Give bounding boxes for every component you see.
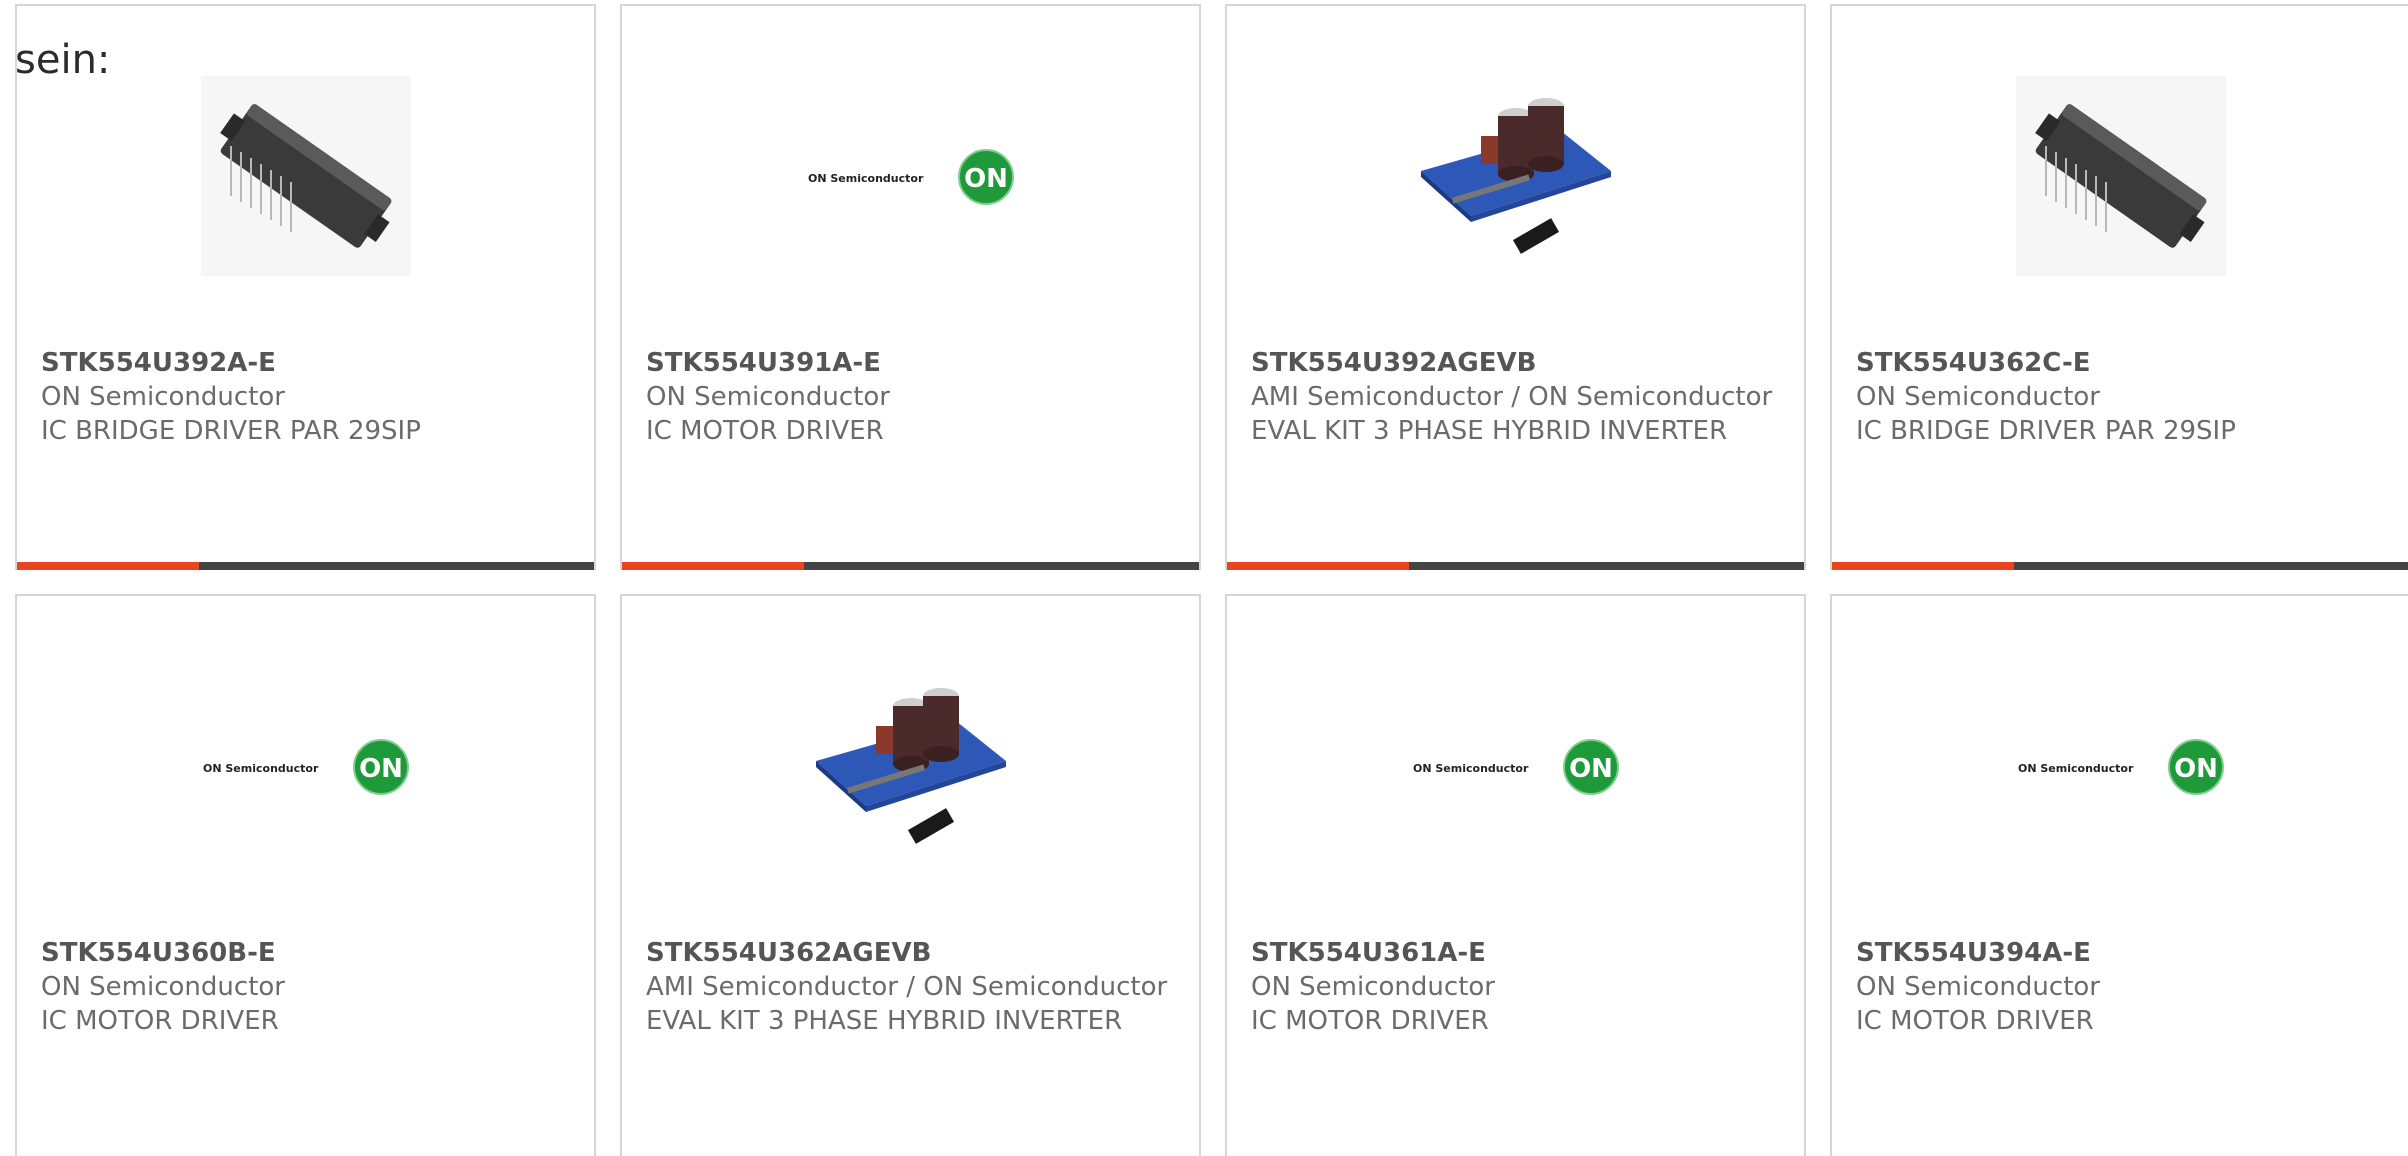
product-info: STK554U391A-E ON Semiconductor IC MOTOR … [646,346,1175,448]
logo-badge: ON [2174,754,2218,784]
manufacturer: AMI Semiconductor / ON Semiconductor [646,972,1168,1002]
description: IC MOTOR DRIVER [1251,1006,1489,1036]
product-info: STK554U394A-E ON Semiconductor IC MOTOR … [1856,936,2385,1038]
manufacturer: ON Semiconductor [41,972,285,1002]
manufacturer: ON Semiconductor [1856,972,2100,1002]
product-image[interactable]: ON Semiconductor ON [1832,596,2408,936]
part-number-link[interactable]: STK554U392A-E [41,346,570,380]
product-card[interactable]: ON Semiconductor ON STK554U360B-E ON Sem… [15,594,596,1156]
eval-board-icon [815,688,1006,844]
part-number-link[interactable]: STK554U391A-E [646,346,1175,380]
on-semiconductor-logo: ON Semiconductor ON [1413,739,1619,795]
description: IC MOTOR DRIVER [646,416,884,446]
logo-wordmark: ON Semiconductor [808,172,924,185]
product-image[interactable]: ON Semiconductor ON [17,596,594,936]
ic-module-icon [200,76,411,276]
card-bottom-bar [17,562,594,570]
description: IC BRIDGE DRIVER PAR 29SIP [1856,416,2236,446]
card-accent-bar [1832,562,2014,570]
product-card[interactable]: STK554U362C-E ON Semiconductor IC BRIDGE… [1830,4,2408,570]
product-info: STK554U392AGEVB AMI Semiconductor / ON S… [1251,346,1780,448]
product-info: STK554U362C-E ON Semiconductor IC BRIDGE… [1856,346,2385,448]
logo-wordmark: ON Semiconductor [1413,762,1529,775]
on-semiconductor-logo: ON Semiconductor ON [808,149,1014,205]
intro-text: sein: [15,37,111,83]
part-number-link[interactable]: STK554U392AGEVB [1251,346,1780,380]
product-card[interactable]: ON Semiconductor ON STK554U361A-E ON Sem… [1225,594,1806,1156]
manufacturer: ON Semiconductor [41,382,285,412]
logo-wordmark: ON Semiconductor [2018,762,2134,775]
card-bottom-bar [1832,562,2408,570]
card-accent-bar [17,562,199,570]
product-image[interactable] [1832,6,2408,346]
description: IC BRIDGE DRIVER PAR 29SIP [41,416,421,446]
product-image[interactable] [1227,6,1804,346]
part-number-link[interactable]: STK554U360B-E [41,936,570,970]
description: EVAL KIT 3 PHASE HYBRID INVERTER [1251,416,1728,446]
part-number-link[interactable]: STK554U362C-E [1856,346,2385,380]
product-image[interactable] [622,596,1199,936]
product-image[interactable]: ON Semiconductor ON [1227,596,1804,936]
product-card[interactable]: STK554U362AGEVB AMI Semiconductor / ON S… [620,594,1201,1156]
manufacturer: ON Semiconductor [1856,382,2100,412]
logo-badge: ON [964,164,1008,194]
eval-board-icon [1420,98,1611,254]
product-info: STK554U361A-E ON Semiconductor IC MOTOR … [1251,936,1780,1038]
product-card[interactable]: ON Semiconductor ON STK554U394A-E ON Sem… [1830,594,2408,1156]
card-accent-bar [622,562,804,570]
card-accent-bar [1227,562,1409,570]
ic-module-icon [2015,76,2226,276]
logo-badge: ON [1569,754,1613,784]
part-number-link[interactable]: STK554U362AGEVB [646,936,1175,970]
product-card[interactable]: STK554U392A-E ON Semiconductor IC BRIDGE… [15,4,596,570]
manufacturer: ON Semiconductor [646,382,890,412]
part-number-link[interactable]: STK554U394A-E [1856,936,2385,970]
logo-badge: ON [359,754,403,784]
product-image[interactable]: ON Semiconductor ON [622,6,1199,346]
description: IC MOTOR DRIVER [1856,1006,2094,1036]
part-number-link[interactable]: STK554U361A-E [1251,936,1780,970]
on-semiconductor-logo: ON Semiconductor ON [203,739,409,795]
manufacturer: AMI Semiconductor / ON Semiconductor [1251,382,1773,412]
manufacturer: ON Semiconductor [1251,972,1495,1002]
description: IC MOTOR DRIVER [41,1006,279,1036]
card-bottom-bar [1227,562,1804,570]
product-info: STK554U392A-E ON Semiconductor IC BRIDGE… [41,346,570,448]
card-bottom-bar [622,562,1199,570]
product-info: STK554U362AGEVB AMI Semiconductor / ON S… [646,936,1175,1038]
product-grid: STK554U392A-E ON Semiconductor IC BRIDGE… [15,4,2408,1156]
product-card[interactable]: ON Semiconductor ON STK554U391A-E ON Sem… [620,4,1201,570]
product-listing-page: sein: STK554U392A-E ON Semiconductor IC … [0,0,2408,1156]
description: EVAL KIT 3 PHASE HYBRID INVERTER [646,1006,1123,1036]
on-semiconductor-logo: ON Semiconductor ON [2018,739,2224,795]
product-card[interactable]: STK554U392AGEVB AMI Semiconductor / ON S… [1225,4,1806,570]
product-info: STK554U360B-E ON Semiconductor IC MOTOR … [41,936,570,1038]
logo-wordmark: ON Semiconductor [203,762,319,775]
